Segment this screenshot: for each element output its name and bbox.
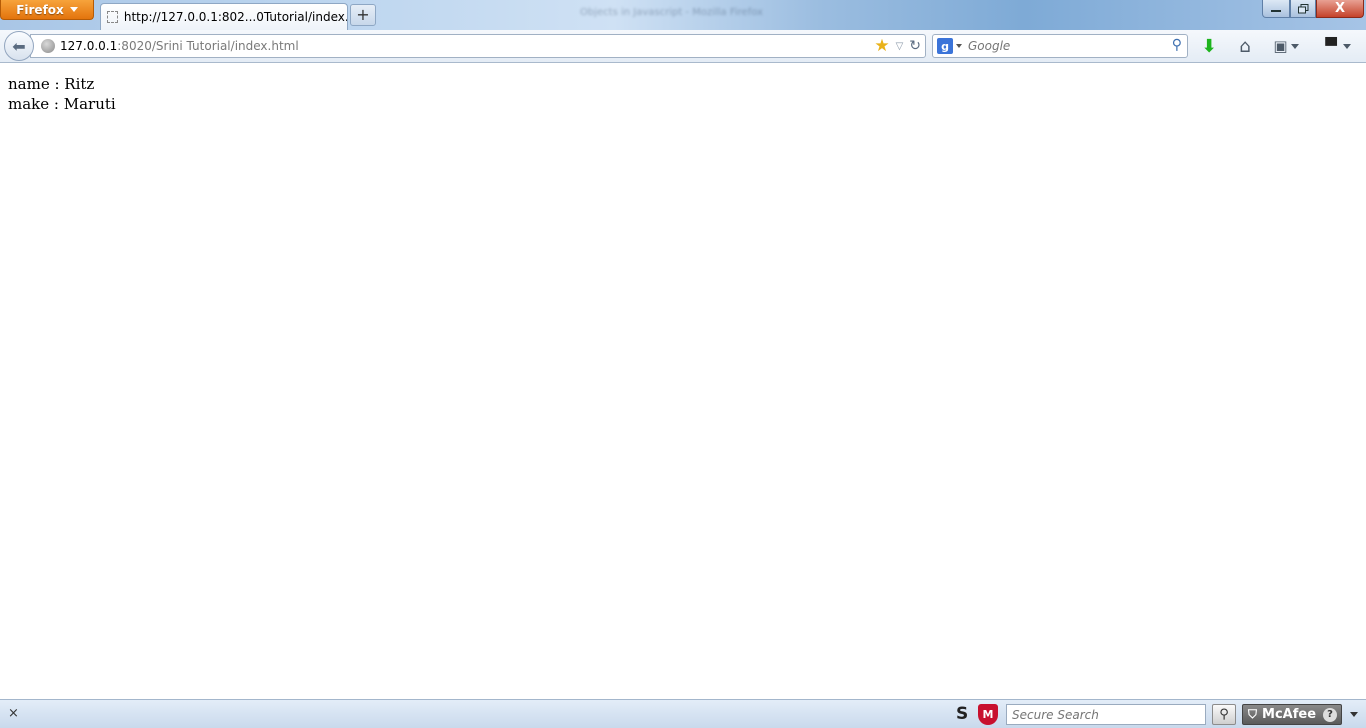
address-bar[interactable]: 127.0.0.1:8020/Srini Tutorial/index.html… xyxy=(30,34,926,58)
mcafee-shield-icon[interactable]: M xyxy=(978,704,998,725)
title-bar: Firefox http://127.0.0.1:802...0Tutorial… xyxy=(0,0,1366,30)
tab-title: http://127.0.0.1:802...0Tutorial/index.h… xyxy=(123,10,347,24)
reload-icon[interactable]: ↻ xyxy=(909,38,921,54)
site-identity-icon[interactable] xyxy=(41,39,55,53)
secure-search-button[interactable]: ⚲ xyxy=(1212,704,1236,725)
close-addon-bar-button[interactable]: × xyxy=(8,706,19,721)
mcafee-siteadvisor-button[interactable]: ⛉ McAfee ? xyxy=(1242,704,1342,725)
page-favicon-icon xyxy=(107,11,118,23)
chevron-down-icon[interactable] xyxy=(1350,712,1358,717)
page-content: name : Ritz make : Maruti xyxy=(0,64,1366,699)
help-icon[interactable]: ? xyxy=(1323,707,1337,722)
url-bar-icons: ★ ▽ ↻ xyxy=(874,37,921,55)
tab-active[interactable]: http://127.0.0.1:802...0Tutorial/index.h… xyxy=(100,3,348,30)
url-text[interactable]: 127.0.0.1:8020/Srini Tutorial/index.html xyxy=(60,39,299,53)
search-engine-icon[interactable]: g xyxy=(937,38,953,54)
s-addon-icon[interactable]: S xyxy=(956,704,968,724)
back-arrow-icon: ⬅ xyxy=(12,36,26,56)
mcafee-label: McAfee xyxy=(1262,707,1317,722)
search-input[interactable] xyxy=(968,39,1164,53)
chevron-down-icon xyxy=(1290,43,1299,49)
chevron-down-icon xyxy=(1342,43,1351,49)
url-path: :8020/Srini Tutorial/index.html xyxy=(117,39,299,53)
firefox-menu-label: Firefox xyxy=(16,2,64,17)
search-bar[interactable]: g ⚲ xyxy=(932,34,1188,58)
new-tab-button[interactable]: + xyxy=(350,4,376,26)
chevron-down-icon xyxy=(956,44,962,48)
output-line-make: make : Maruti xyxy=(8,95,116,113)
secure-search-input[interactable] xyxy=(1006,704,1206,725)
navigation-toolbar: 127.0.0.1:8020/Srini Tutorial/index.html… xyxy=(0,30,1366,63)
firefox-menu-button[interactable]: Firefox xyxy=(0,0,94,20)
window-controls: X xyxy=(1262,0,1364,18)
home-icon[interactable]: ⌂ xyxy=(1234,35,1256,57)
restore-icon xyxy=(1297,3,1308,13)
bookmark-star-icon[interactable]: ★ xyxy=(874,37,889,55)
window-title: Objects in Javascript - Mozilla Firefox xyxy=(580,7,763,18)
minimize-button[interactable] xyxy=(1262,0,1290,18)
url-host: 127.0.0.1 xyxy=(60,39,118,53)
restore-button[interactable] xyxy=(1290,0,1316,18)
chevron-down-icon xyxy=(69,7,78,12)
download-icon[interactable]: ⬇ xyxy=(1198,35,1220,57)
search-icon[interactable]: ⚲ xyxy=(1172,37,1182,53)
minimize-icon xyxy=(1271,9,1281,12)
top-hat-icon: ▀ xyxy=(1325,37,1337,55)
addon-toolbar-button[interactable]: ▀ xyxy=(1318,35,1358,57)
search-icon: ⚲ xyxy=(1219,707,1229,722)
bookmarks-menu-button[interactable]: ▣ xyxy=(1270,35,1302,57)
mcafee-logo-icon: ⛉ xyxy=(1248,707,1258,721)
history-dropdown-icon[interactable]: ▽ xyxy=(896,41,904,52)
output-line-name: name : Ritz xyxy=(8,75,95,93)
back-button[interactable]: ⬅ xyxy=(4,31,34,61)
addon-bar: × S M ⚲ ⛉ McAfee ? xyxy=(0,699,1366,728)
close-window-button[interactable]: X xyxy=(1316,0,1364,18)
bookmarks-icon: ▣ xyxy=(1273,37,1288,55)
